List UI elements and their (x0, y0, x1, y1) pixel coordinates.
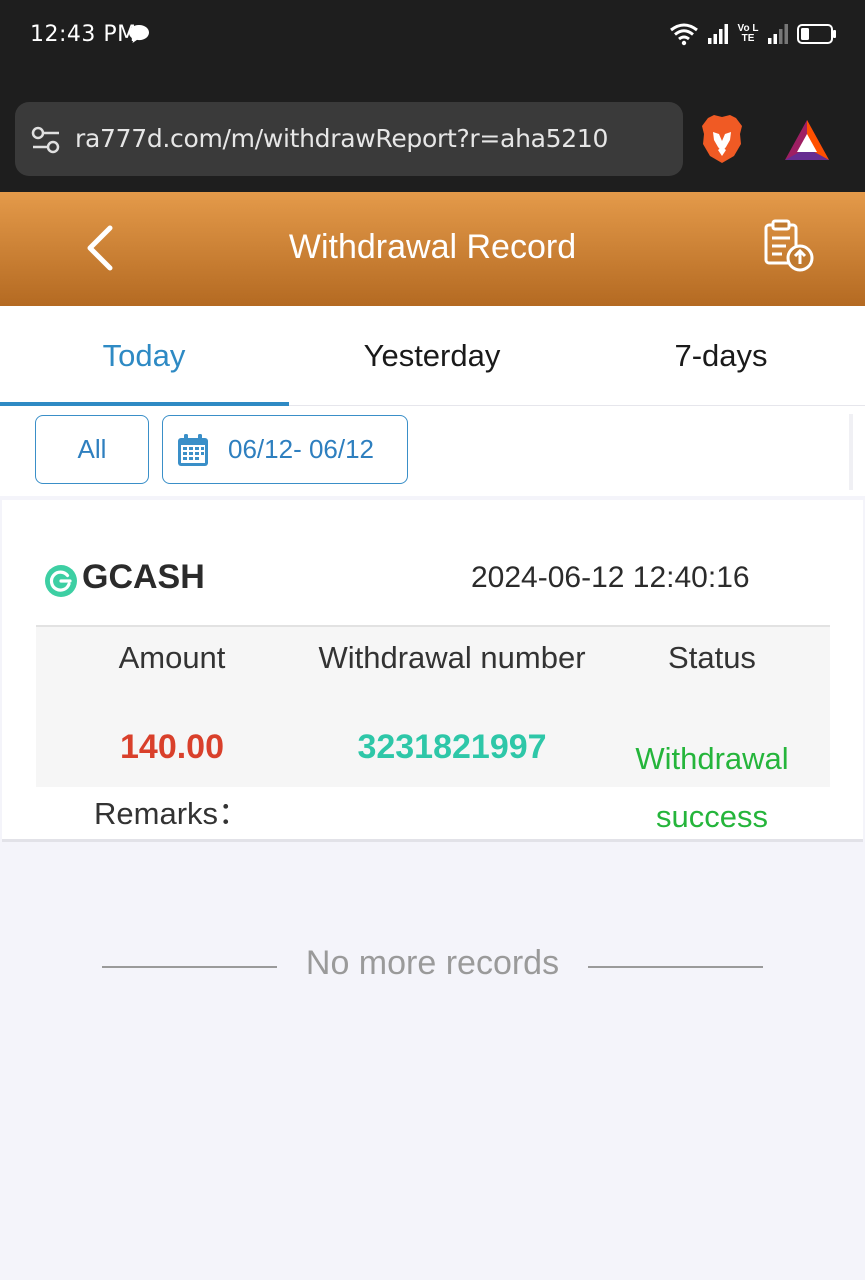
status-header: Status (668, 640, 756, 675)
gcash-icon (45, 565, 77, 597)
calendar-icon (178, 434, 208, 466)
status-icons: Vo LTE (669, 18, 837, 50)
volte-indicator: Vo LTE (737, 23, 759, 44)
status-value: Withdrawal success (607, 730, 817, 846)
signal-2-icon (768, 24, 788, 44)
status-bar: 12:43 PM Vo LTE (0, 0, 865, 70)
brave-rewards-icon[interactable] (783, 118, 831, 162)
wifi-icon (670, 23, 698, 46)
browser-toolbar: ra777d.com/m/withdrawReport?r=aha5210 (0, 70, 865, 192)
page-title: Withdrawal Record (288, 228, 577, 266)
date-range-button[interactable]: 06/12- 06/12 (162, 415, 408, 484)
no-more-records: No more records (0, 944, 865, 988)
filter-bar-edge (849, 414, 853, 490)
date-tabs: Today Yesterday 7-days (0, 306, 865, 406)
withdrawal-number-value: 3231821997 (357, 728, 547, 766)
filter-bar: All 06/12- 06/12 (0, 406, 865, 496)
address-bar[interactable]: ra777d.com/m/withdrawReport?r=aha5210 (15, 102, 683, 176)
app-header: Withdrawal Record (0, 192, 865, 306)
tab-today[interactable]: Today (0, 306, 288, 406)
tab-yesterday[interactable]: Yesterday (288, 306, 576, 406)
status-time: 12:43 PM (30, 22, 137, 47)
record-datetime: 2024-06-12 12:40:16 (471, 561, 750, 594)
brave-shields-icon[interactable] (700, 114, 744, 164)
type-filter-button[interactable]: All (35, 415, 149, 484)
chat-notification-icon (129, 25, 149, 43)
date-range-text: 06/12- 06/12 (228, 434, 375, 464)
withdrawal-number-header: Withdrawal number (318, 640, 586, 675)
withdrawal-record-card[interactable]: GCASH 2024-06-12 12:40:16 Amount Withdra… (2, 500, 863, 842)
clipboard-upload-icon[interactable] (760, 218, 816, 274)
tab-7-days[interactable]: 7-days (577, 306, 865, 406)
remarks-label: Remarks： (94, 796, 250, 831)
payment-method: GCASH (82, 558, 205, 596)
divider-right (588, 966, 763, 968)
signal-1-icon (708, 24, 728, 44)
status-line-2: success (656, 799, 768, 834)
amount-value: 140.00 (120, 728, 224, 766)
battery-icon (797, 24, 836, 44)
site-settings-icon[interactable] (31, 126, 61, 154)
status-line-1: Withdrawal (635, 741, 789, 776)
amount-header: Amount (118, 640, 226, 675)
no-more-records-text: No more records (305, 944, 560, 982)
url-text[interactable]: ra777d.com/m/withdrawReport?r=aha5210 (75, 124, 608, 153)
